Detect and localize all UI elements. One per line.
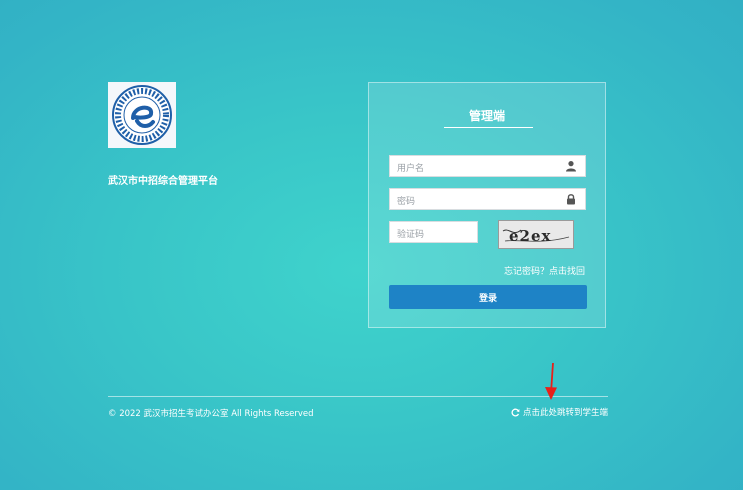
annotation-arrow-icon [545, 362, 557, 400]
password-input[interactable] [390, 192, 567, 212]
captcha-image[interactable]: e2ex [498, 220, 574, 249]
login-heading: 管理端 [468, 109, 505, 123]
captcha-input[interactable] [390, 225, 479, 245]
lock-icon [567, 194, 575, 205]
username-input[interactable] [390, 159, 567, 179]
captcha-text: e2ex [509, 227, 552, 245]
login-panel: 管理端 e2ex 忘记密码？点击找回 登录 [368, 82, 606, 328]
platform-title: 武汉市中招综合管理平台 [108, 176, 218, 187]
captcha-field[interactable] [389, 221, 479, 245]
forgot-password-link[interactable]: 忘记密码？点击找回 [504, 264, 585, 277]
captcha-image-drawing: e2ex [502, 227, 570, 245]
footer-divider [108, 396, 608, 397]
heading-underline [444, 127, 533, 128]
refresh-icon [511, 408, 520, 416]
username-field[interactable] [389, 155, 586, 179]
switch-to-student-link[interactable]: 点击此处跳转到学生端 [511, 406, 608, 418]
login-button[interactable]: 登录 [389, 285, 587, 309]
platform-logo [108, 82, 176, 148]
switch-link-label[interactable]: 点击此处跳转到学生端 [523, 406, 608, 418]
user-icon [566, 161, 576, 172]
copyright-text: © 2022 武汉市招生考试办公室 All Rights Reserved [108, 409, 314, 419]
password-field[interactable] [389, 188, 586, 212]
letter-e-seal-logo-icon [112, 85, 172, 145]
